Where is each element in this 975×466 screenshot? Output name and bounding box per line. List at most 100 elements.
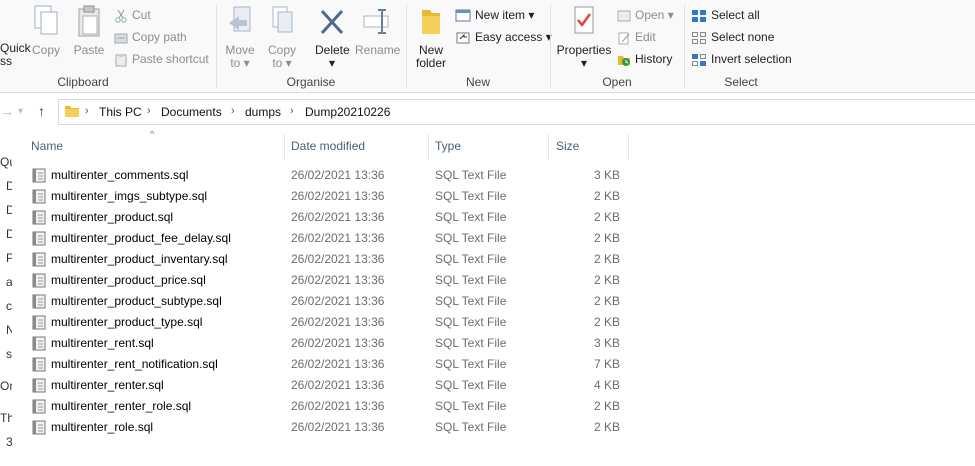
new-folder-icon (422, 10, 440, 34)
chevron-right-icon[interactable]: › (231, 105, 235, 117)
new-folder-button[interactable]: New folder (413, 4, 449, 70)
select-all-label: Select all (711, 8, 760, 22)
column-header-type[interactable]: Type (435, 138, 461, 160)
breadcrumb-dump20210226[interactable]: Dump20210226 (305, 105, 390, 119)
file-row[interactable]: multirenter_comments.sql 26/02/2021 13:36… (28, 165, 628, 186)
file-date-modified: 26/02/2021 13:36 (291, 378, 385, 392)
open-button[interactable]: Open ▾ (617, 6, 674, 24)
sql-file-icon (32, 336, 46, 351)
chevron-right-icon[interactable]: › (85, 105, 89, 117)
file-type: SQL Text File (435, 357, 507, 371)
file-row[interactable]: multirenter_rent_notification.sql 26/02/2… (28, 354, 628, 375)
select-all-button[interactable]: Select all (691, 6, 760, 24)
nav-item[interactable]: N (6, 323, 12, 337)
up-arrow-icon[interactable]: ↑ (38, 103, 45, 119)
rename-button[interactable]: Rename (355, 4, 400, 57)
breadcrumb-this-pc[interactable]: This PC (99, 105, 142, 119)
file-row[interactable]: multirenter_product.sql 26/02/2021 13:36 S… (28, 207, 628, 228)
paste-shortcut-label: Paste shortcut (132, 52, 209, 66)
nav-item[interactable]: 3 (6, 435, 12, 449)
column-divider[interactable] (428, 134, 429, 160)
file-size: 4 KB (593, 378, 620, 392)
file-type: SQL Text File (435, 315, 507, 329)
column-divider[interactable] (548, 134, 549, 160)
ribbon: Quick ss Copy Paste Cut Copy path Paste … (0, 0, 975, 93)
paste-icon (78, 5, 100, 37)
copy-path-button[interactable]: Copy path (114, 28, 187, 46)
column-header-name[interactable]: Name (31, 138, 63, 160)
sql-file-icon (32, 357, 46, 372)
cut-button[interactable]: Cut (114, 6, 151, 24)
paste-shortcut-icon (115, 53, 127, 67)
nav-item[interactable]: Qu (0, 155, 12, 169)
easy-access-button[interactable]: Easy access ▾ (455, 28, 552, 46)
nav-item[interactable]: D (6, 179, 12, 193)
new-item-button[interactable]: New item ▾ (455, 6, 534, 24)
column-divider[interactable] (284, 134, 285, 160)
file-type: SQL Text File (435, 378, 507, 392)
sql-file-icon (32, 315, 46, 330)
copy-to-button[interactable]: Copy to ▾ (265, 4, 299, 70)
copy-button[interactable]: Copy (30, 4, 62, 57)
address-bar[interactable]: › This PC › Documents › dumps › Dump2021… (58, 99, 975, 125)
forward-arrow-icon[interactable]: → (0, 103, 14, 119)
file-name: multirenter_role.sql (51, 420, 154, 434)
file-row[interactable]: multirenter_product_fee_delay.sql 26/02/2… (28, 228, 628, 249)
file-date-modified: 26/02/2021 13:36 (291, 168, 385, 182)
sql-file-icon (32, 399, 46, 414)
chevron-right-icon[interactable]: › (290, 105, 294, 117)
properties-button[interactable]: Properties ▾ (555, 4, 613, 70)
invert-selection-button[interactable]: Invert selection (691, 50, 792, 68)
file-row[interactable]: multirenter_role.sql 26/02/2021 13:36 SQL … (28, 417, 628, 438)
breadcrumb-dumps[interactable]: dumps (245, 105, 281, 119)
recent-locations-icon[interactable]: ▾ (18, 106, 23, 117)
move-to-button[interactable]: Move to ▾ (223, 4, 257, 70)
quick-access-button[interactable]: Quick ss (0, 42, 31, 68)
chevron-right-icon[interactable]: › (147, 105, 151, 117)
file-row[interactable]: multirenter_renter_role.sql 26/02/2021 13… (28, 396, 628, 417)
new-group: New folder New item ▾ Easy access ▾ New (407, 0, 552, 92)
new-item-icon (455, 9, 471, 22)
nav-item[interactable]: c (6, 299, 12, 313)
select-none-button[interactable]: Select none (691, 28, 774, 46)
file-date-modified: 26/02/2021 13:36 (291, 399, 385, 413)
copy-label: Copy (31, 43, 60, 57)
nav-item[interactable]: D (6, 227, 12, 241)
file-type: SQL Text File (435, 168, 507, 182)
file-row[interactable]: multirenter_rent.sql 26/02/2021 13:36 SQL … (28, 333, 628, 354)
nav-item[interactable]: D (6, 203, 12, 217)
nav-item[interactable]: s (6, 347, 12, 361)
file-row[interactable]: multirenter_product_subtype.sql 26/02/202… (28, 291, 628, 312)
file-type: SQL Text File (435, 231, 507, 245)
file-name: multirenter_renter.sql (51, 378, 164, 392)
file-row[interactable]: multirenter_imgs_subtype.sql 26/02/2021 1… (28, 186, 628, 207)
clipboard-group-label: Clipboard (57, 75, 109, 89)
sql-file-icon (32, 252, 46, 267)
nav-item[interactable]: a (6, 275, 12, 289)
file-row[interactable]: multirenter_product_price.sql 26/02/2021 … (28, 270, 628, 291)
column-header-date-modified[interactable]: Date modified (291, 138, 365, 160)
delete-button[interactable]: Delete ▾ (315, 4, 350, 70)
column-header-size[interactable]: Size (556, 138, 579, 160)
navigation-pane: Qu D D D P a c N s On Th 3 (0, 130, 12, 466)
file-name: multirenter_imgs_subtype.sql (51, 189, 208, 203)
properties-dropdown-icon: ▾ (580, 56, 588, 70)
history-button[interactable]: History (617, 50, 672, 68)
open-label: Open (635, 8, 665, 22)
column-divider[interactable] (628, 134, 629, 160)
sql-file-icon (32, 210, 46, 225)
edit-button[interactable]: Edit (617, 28, 656, 46)
file-type: SQL Text File (435, 273, 507, 287)
paste-button[interactable]: Paste (72, 4, 106, 57)
nav-item[interactable]: P (6, 251, 12, 265)
nav-item[interactable]: Th (0, 411, 12, 425)
file-size: 3 KB (593, 168, 620, 182)
file-row[interactable]: multirenter_product_inventary.sql 26/02/2… (28, 249, 628, 270)
paste-shortcut-button[interactable]: Paste shortcut (114, 50, 209, 68)
nav-item[interactable]: On (0, 379, 12, 393)
file-row[interactable]: multirenter_renter.sql 26/02/2021 13:36 SQ… (28, 375, 628, 396)
breadcrumb-documents[interactable]: Documents (161, 105, 222, 119)
copy-icon (34, 5, 58, 35)
file-size: 2 KB (593, 210, 620, 224)
file-row[interactable]: multirenter_product_type.sql 26/02/2021 1… (28, 312, 628, 333)
